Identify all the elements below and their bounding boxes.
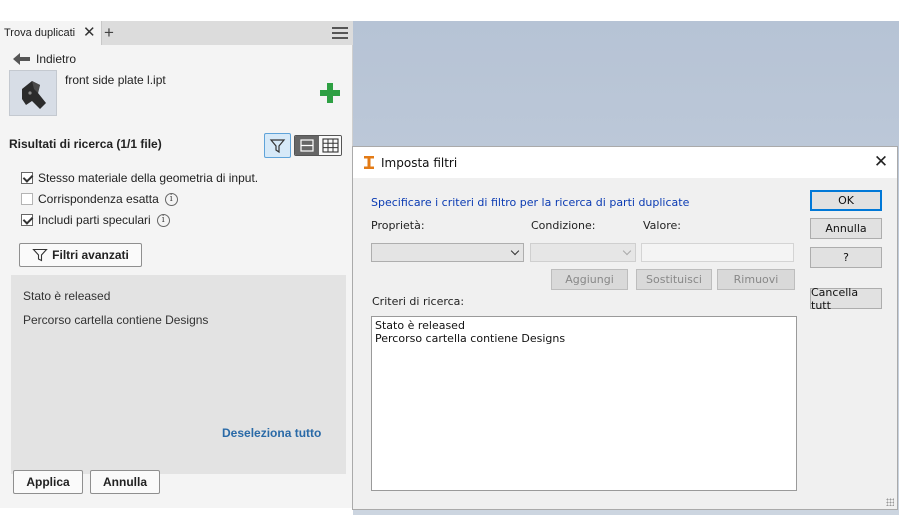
- funnel-icon: [32, 248, 48, 262]
- resize-grip-icon[interactable]: [886, 498, 894, 506]
- find-duplicates-panel: Trova duplicati ✕ + Indietro front side …: [0, 21, 353, 508]
- property-label: Proprietà:: [371, 219, 425, 232]
- deselect-all-link[interactable]: Deseleziona tutto: [222, 426, 321, 440]
- value-label: Valore:: [643, 219, 681, 232]
- back-arrow-icon: [13, 53, 31, 65]
- inventor-logo-icon: [364, 156, 374, 169]
- dialog-instruction: Specificare i criteri di filtro per la r…: [371, 196, 690, 209]
- dialog-title: Imposta filtri: [381, 156, 458, 170]
- property-select[interactable]: [371, 243, 524, 262]
- view-mode-toggle[interactable]: [294, 135, 342, 156]
- exact-match-checkbox[interactable]: [21, 193, 33, 205]
- criteria-item: Percorso cartella contiene Designs: [375, 332, 566, 345]
- part-name: front side plate l.ipt: [65, 73, 166, 87]
- cancel-button[interactable]: Annulla: [90, 470, 160, 494]
- option-exact-match[interactable]: Corrispondenza esatta i: [21, 191, 178, 207]
- funnel-icon: [269, 139, 286, 154]
- criteria-item: Stato è released: [375, 319, 465, 332]
- add-button[interactable]: Aggiungi: [551, 269, 628, 290]
- close-tab-icon[interactable]: ✕: [83, 25, 97, 41]
- help-button[interactable]: ?: [810, 247, 882, 268]
- criteria-textarea[interactable]: Stato è released Percorso cartella conti…: [371, 316, 797, 491]
- part-icon: [22, 81, 46, 109]
- dialog-cancel-button[interactable]: Annulla: [810, 218, 882, 239]
- back-label: Indietro: [36, 52, 77, 66]
- hamburger-menu-icon[interactable]: [332, 27, 348, 39]
- option-label: Corrispondenza esatta: [38, 192, 159, 206]
- filter-toggle-button[interactable]: [264, 133, 291, 158]
- criteria-item: Stato è released: [23, 289, 111, 303]
- tab-label: Trova duplicati: [4, 27, 76, 39]
- dialog-title-bar[interactable]: Imposta filtri ✕: [353, 147, 897, 178]
- remove-button[interactable]: Rimuovi: [717, 269, 795, 290]
- mirrored-parts-checkbox[interactable]: [21, 214, 33, 226]
- panel-tab-bar: Trova duplicati ✕ +: [0, 21, 353, 45]
- option-label: Includi parti speculari: [38, 213, 151, 227]
- clear-all-button[interactable]: Cancella tutt: [810, 286, 882, 312]
- apply-button[interactable]: Applica: [13, 470, 83, 494]
- chevron-down-icon: [510, 246, 520, 256]
- part-thumbnail: [9, 70, 57, 116]
- option-mirrored-parts[interactable]: Includi parti speculari i: [21, 212, 170, 228]
- list-view-icon[interactable]: [295, 136, 319, 155]
- add-part-icon[interactable]: [320, 83, 340, 103]
- condition-label: Condizione:: [531, 219, 596, 232]
- option-label: Stesso materiale della geometria di inpu…: [38, 171, 259, 185]
- set-filters-dialog: Imposta filtri ✕ Specificare i criteri d…: [352, 146, 898, 510]
- criteria-label: Criteri di ricerca:: [372, 295, 465, 308]
- results-title: Risultati di ricerca (1/1 file): [9, 137, 162, 151]
- info-icon[interactable]: i: [156, 213, 170, 227]
- add-tab-icon[interactable]: +: [104, 24, 120, 42]
- close-icon[interactable]: ✕: [872, 152, 890, 172]
- criteria-item: Percorso cartella contiene Designs: [23, 313, 209, 327]
- option-same-material[interactable]: Stesso materiale della geometria di inpu…: [21, 170, 258, 186]
- advanced-filters-button[interactable]: Filtri avanzati: [19, 243, 142, 267]
- criteria-list: Stato è released Percorso cartella conti…: [11, 275, 346, 474]
- info-icon[interactable]: i: [164, 192, 178, 206]
- replace-button[interactable]: Sostituisci: [636, 269, 712, 290]
- same-material-checkbox[interactable]: [21, 172, 33, 184]
- value-input[interactable]: [641, 243, 794, 262]
- chevron-down-icon: [622, 246, 632, 256]
- back-link[interactable]: Indietro: [13, 51, 76, 67]
- grid-view-icon[interactable]: [319, 136, 341, 155]
- condition-select[interactable]: [530, 243, 636, 262]
- advanced-filters-label: Filtri avanzati: [52, 248, 129, 262]
- ok-button[interactable]: OK: [810, 190, 882, 211]
